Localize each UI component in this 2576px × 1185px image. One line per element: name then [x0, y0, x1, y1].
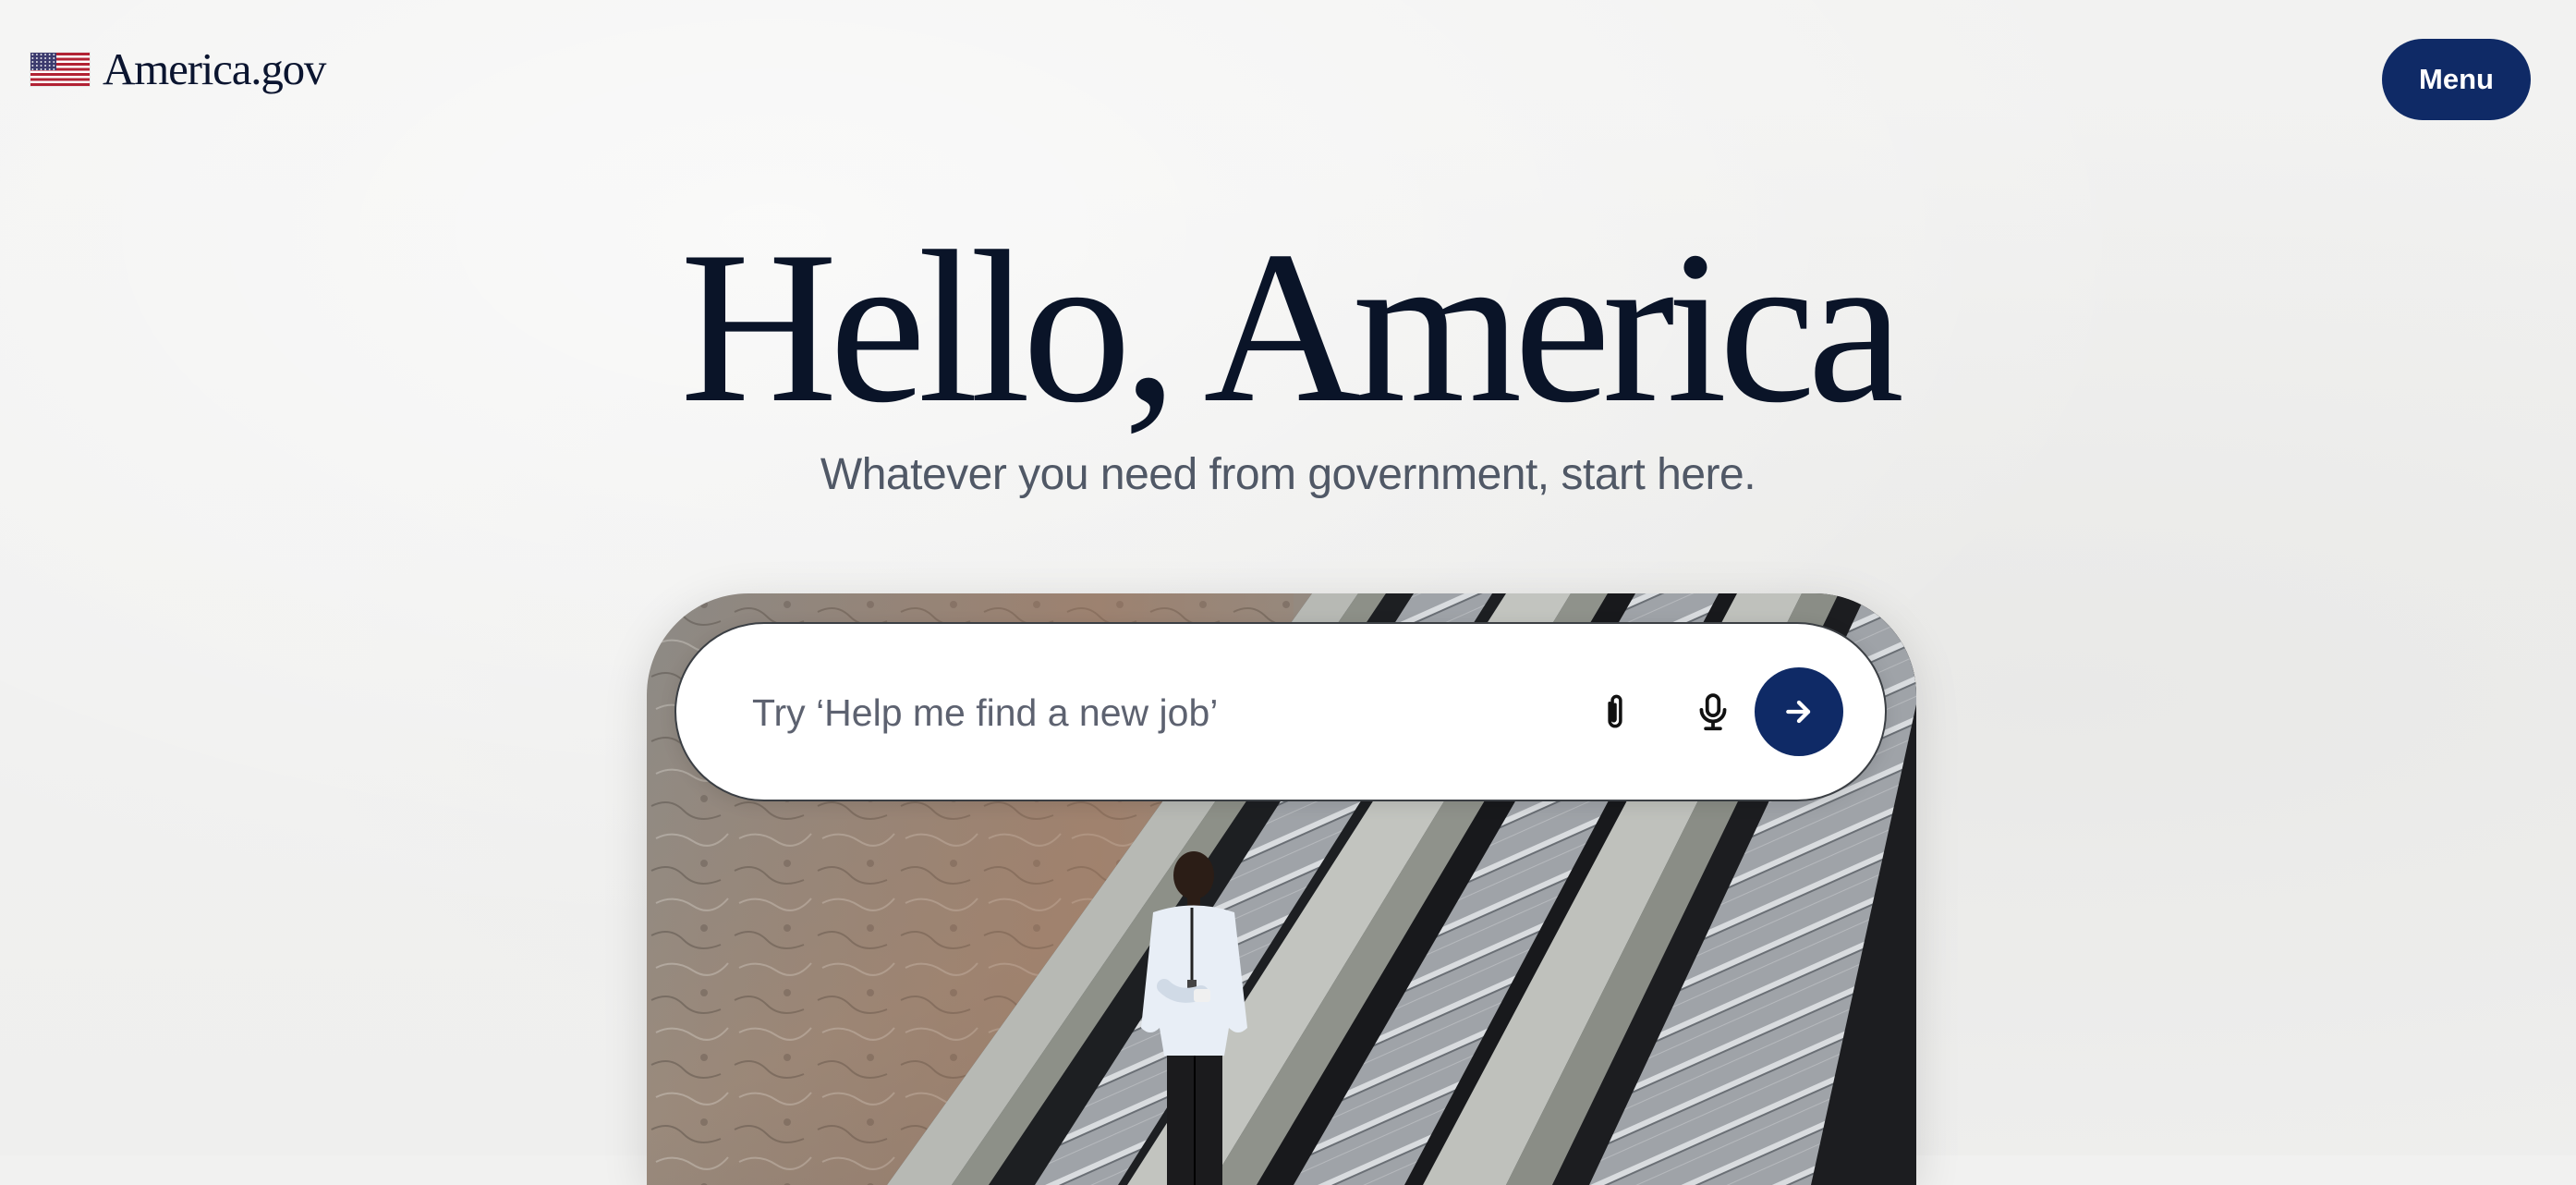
page-title: Hello, America — [680, 207, 1904, 448]
page-subtitle: Whatever you need from government, start… — [820, 450, 1756, 499]
search-bar — [674, 622, 1887, 801]
brand-name: America.gov — [103, 43, 326, 94]
attach-button[interactable] — [1582, 679, 1648, 746]
submit-button[interactable] — [1755, 667, 1843, 756]
voice-button[interactable] — [1680, 679, 1746, 746]
site-logo[interactable]: America.gov — [30, 43, 326, 94]
paperclip-icon — [1608, 694, 1622, 728]
menu-button[interactable]: Menu — [2382, 39, 2531, 120]
microphone-icon — [1699, 693, 1727, 731]
search-input[interactable] — [750, 672, 1512, 753]
us-flag-icon — [30, 52, 90, 86]
arrow-right-icon — [1786, 700, 1811, 724]
